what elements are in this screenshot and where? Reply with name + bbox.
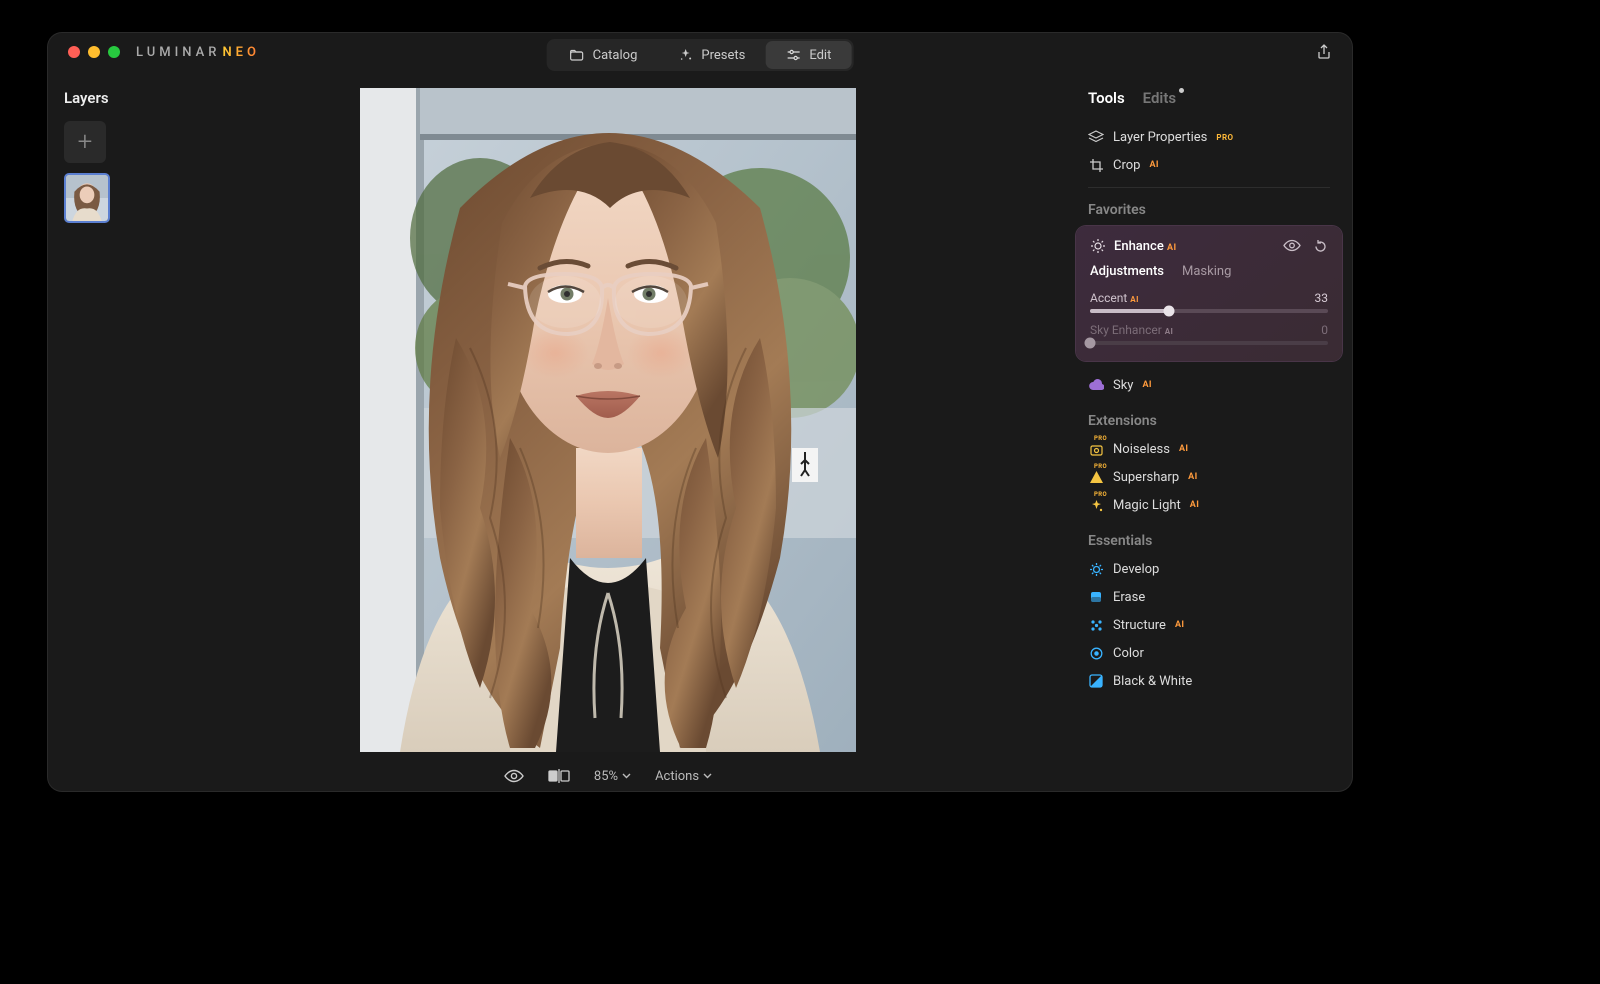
- sky-enhancer-value: 0: [1321, 323, 1328, 337]
- tool-supersharp[interactable]: PRO Supersharp AI: [1088, 463, 1330, 491]
- ai-badge: AI: [1142, 380, 1151, 390]
- ai-badge: AI: [1175, 620, 1184, 630]
- ai-badge: AI: [1190, 500, 1199, 510]
- bw-icon: [1088, 673, 1104, 689]
- cloud-icon: [1088, 377, 1104, 393]
- compare-toggle[interactable]: [548, 769, 570, 783]
- layers-title: Layers: [64, 89, 174, 107]
- tab-catalog[interactable]: Catalog: [549, 41, 658, 69]
- zoom-value: 85%: [594, 769, 618, 784]
- supersharp-icon: PRO: [1088, 469, 1104, 485]
- reset-button[interactable]: [1313, 239, 1328, 254]
- minimize-icon[interactable]: [88, 46, 100, 58]
- visibility-toggle[interactable]: [1283, 239, 1301, 254]
- slider-accent[interactable]: Accent AI 33: [1090, 291, 1328, 313]
- tool-black-white[interactable]: Black & White: [1088, 667, 1330, 695]
- maximize-icon[interactable]: [108, 46, 120, 58]
- close-icon[interactable]: [68, 46, 80, 58]
- image-canvas[interactable]: [360, 88, 856, 752]
- titlebar: LUMINAR NEO Catalog Presets Edit: [48, 33, 1352, 71]
- tool-label: Crop: [1113, 158, 1140, 173]
- actions-dropdown[interactable]: Actions: [655, 769, 712, 784]
- tool-noiseless[interactable]: PRO Noiseless AI: [1088, 435, 1330, 463]
- tool-crop[interactable]: Crop AI: [1088, 151, 1330, 179]
- share-button[interactable]: [1316, 44, 1332, 60]
- develop-icon: [1088, 561, 1104, 577]
- edits-indicator-icon: [1179, 88, 1184, 93]
- enhance-icon: [1090, 238, 1106, 254]
- folder-icon: [569, 47, 585, 63]
- tool-erase[interactable]: Erase: [1088, 583, 1330, 611]
- tool-label: Sky: [1113, 378, 1133, 393]
- tool-layer-properties[interactable]: Layer Properties PRO: [1088, 123, 1330, 151]
- tool-label: Develop: [1113, 562, 1159, 577]
- tool-structure[interactable]: Structure AI: [1088, 611, 1330, 639]
- tab-edit-label: Edit: [809, 48, 831, 63]
- tool-enhance-panel: Enhance AI Adjustments Masking: [1076, 226, 1342, 361]
- pro-badge: PRO: [1216, 133, 1233, 142]
- zoom-dropdown[interactable]: 85%: [594, 769, 631, 784]
- preview-toggle[interactable]: [504, 769, 524, 783]
- tool-label: Noiseless: [1113, 442, 1170, 457]
- tool-label: Supersharp: [1113, 470, 1179, 485]
- main-mode-switcher: Catalog Presets Edit: [547, 39, 854, 71]
- tab-presets-label: Presets: [701, 48, 745, 63]
- erase-icon: [1088, 589, 1104, 605]
- ai-badge: AI: [1149, 160, 1158, 170]
- app-logo: LUMINAR NEO: [136, 45, 260, 60]
- sliders-icon: [785, 47, 801, 63]
- tool-develop[interactable]: Develop: [1088, 555, 1330, 583]
- accent-value: 33: [1315, 291, 1329, 305]
- tab-edits[interactable]: Edits: [1143, 89, 1176, 107]
- magic-light-icon: PRO: [1088, 497, 1104, 513]
- tool-magic-light[interactable]: PRO Magic Light AI: [1088, 491, 1330, 519]
- enhance-title[interactable]: Enhance AI: [1114, 239, 1275, 254]
- section-extensions: Extensions: [1088, 413, 1330, 429]
- layers-panel: Layers +: [64, 89, 174, 223]
- app-window: LUMINAR NEO Catalog Presets Edit: [48, 33, 1352, 791]
- tool-label: Black & White: [1113, 674, 1192, 689]
- tab-catalog-label: Catalog: [593, 48, 638, 63]
- add-layer-button[interactable]: +: [64, 121, 106, 163]
- ai-badge: AI: [1188, 472, 1197, 482]
- tool-sky[interactable]: Sky AI: [1088, 371, 1330, 399]
- section-essentials: Essentials: [1088, 533, 1330, 549]
- ai-badge: AI: [1179, 444, 1188, 454]
- ai-badge: AI: [1167, 243, 1176, 253]
- tool-label: Layer Properties: [1113, 130, 1207, 145]
- tool-label: Erase: [1113, 590, 1145, 605]
- section-favorites: Favorites: [1088, 202, 1330, 218]
- crop-icon: [1088, 157, 1104, 173]
- tools-panel: Tools Edits Layer Properties PRO Crop AI…: [1088, 89, 1330, 695]
- tool-label: Magic Light: [1113, 498, 1181, 513]
- layer-thumbnail[interactable]: [64, 173, 110, 223]
- canvas-footer: 85% Actions: [360, 761, 856, 791]
- slider-sky-enhancer[interactable]: Sky Enhancer AI 0: [1090, 323, 1328, 345]
- color-icon: [1088, 645, 1104, 661]
- tool-color[interactable]: Color: [1088, 639, 1330, 667]
- tab-edits-label: Edits: [1143, 89, 1176, 107]
- layers-icon: [1088, 129, 1104, 145]
- tab-presets[interactable]: Presets: [657, 41, 765, 69]
- enhance-tab-masking[interactable]: Masking: [1182, 264, 1231, 279]
- tab-tools[interactable]: Tools: [1088, 89, 1125, 107]
- actions-label: Actions: [655, 769, 699, 784]
- structure-icon: [1088, 617, 1104, 633]
- tab-edit[interactable]: Edit: [765, 41, 851, 69]
- enhance-tab-adjustments[interactable]: Adjustments: [1090, 264, 1164, 279]
- noiseless-icon: PRO: [1088, 441, 1104, 457]
- tool-label: Structure: [1113, 618, 1166, 633]
- sparkle-icon: [677, 47, 693, 63]
- tool-label: Color: [1113, 646, 1144, 661]
